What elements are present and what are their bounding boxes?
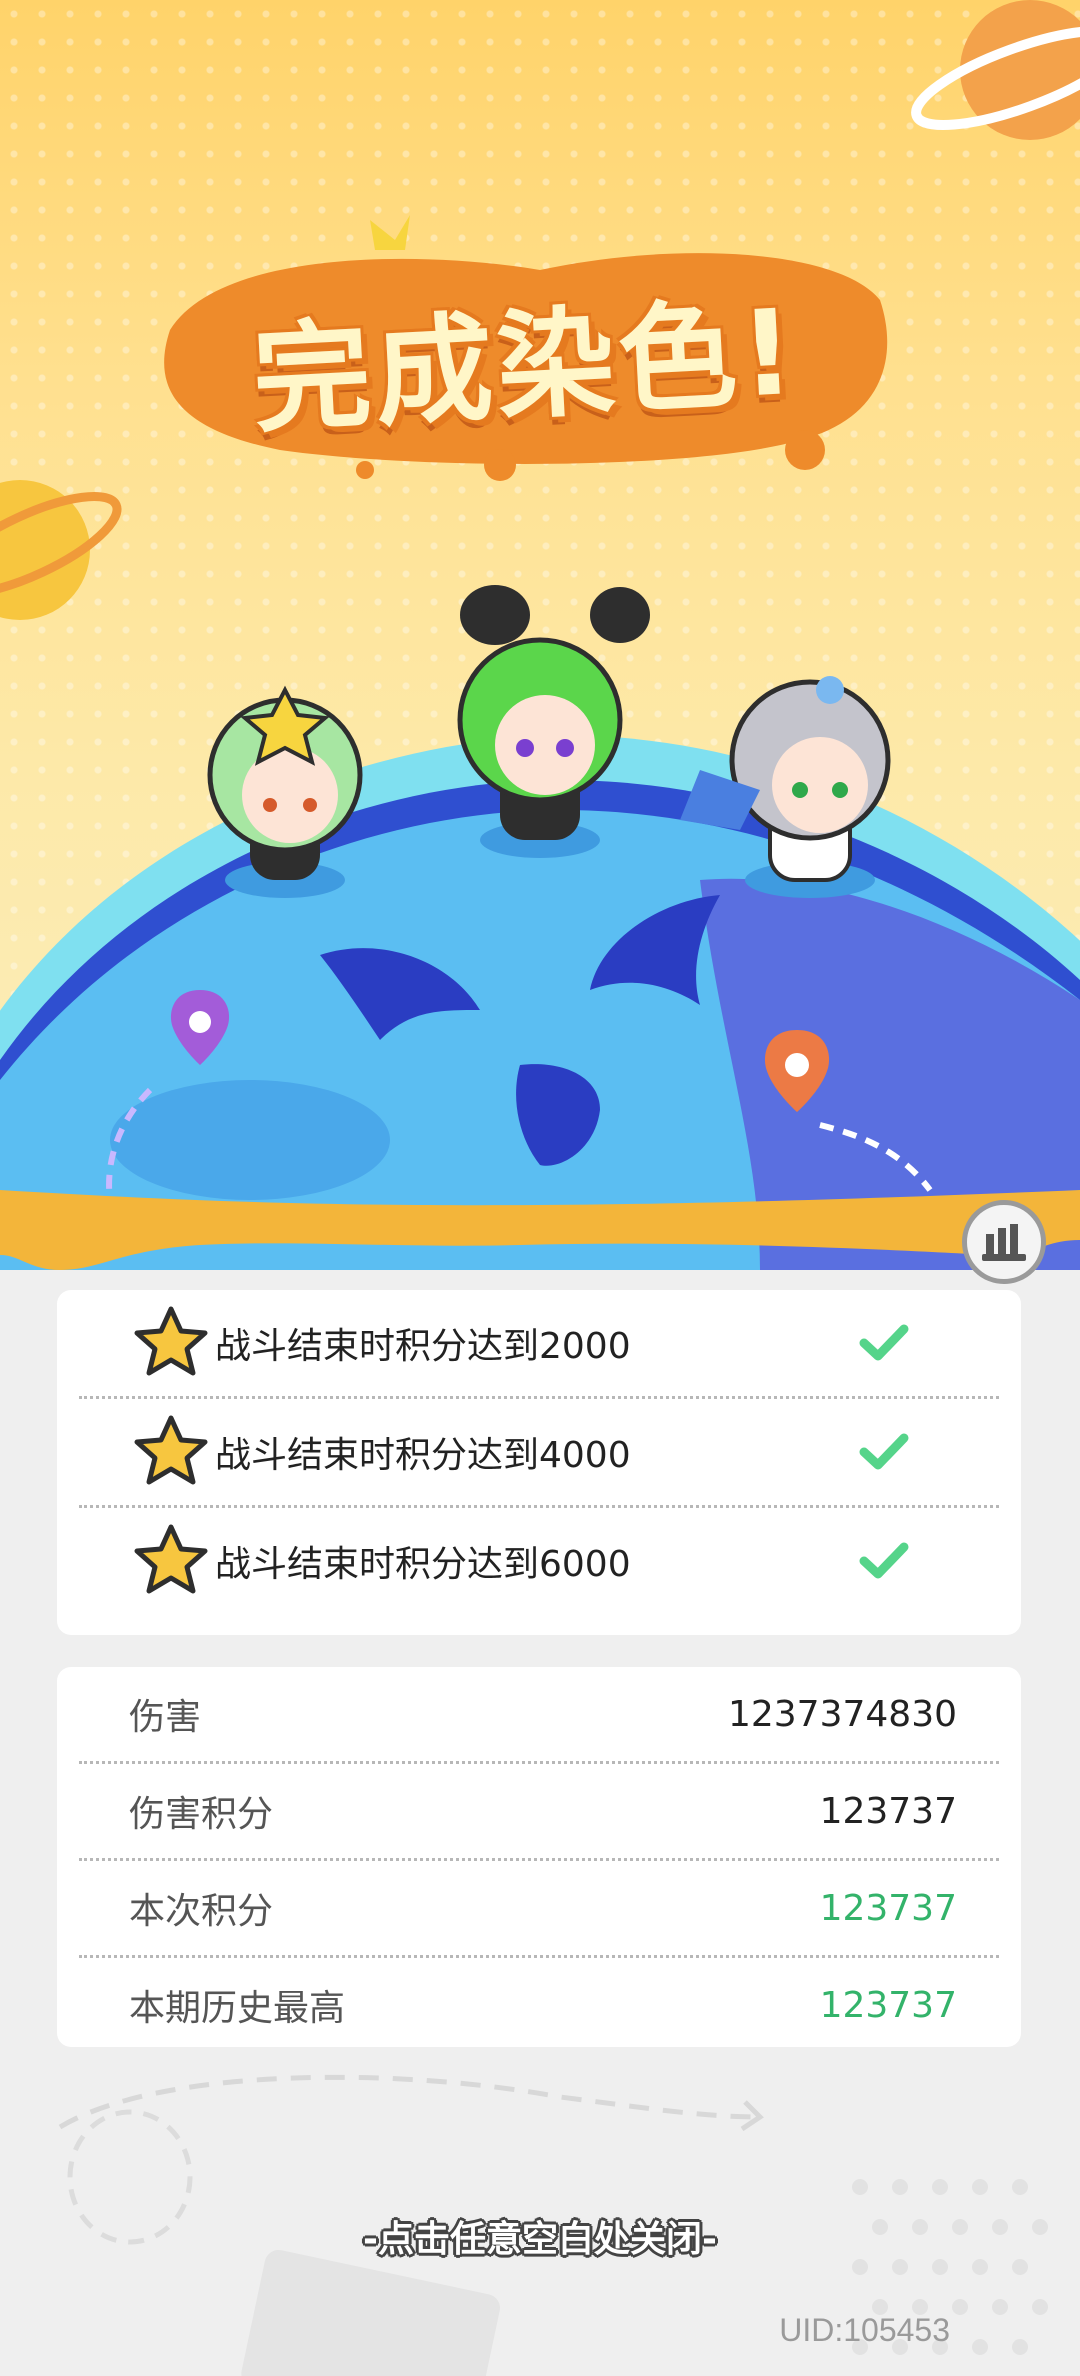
goal-row: 战斗结束时积分达到2000 <box>79 1290 999 1399</box>
goal-label: 战斗结束时积分达到2000 <box>215 1326 631 1367</box>
goals-card: 战斗结束时积分达到2000 战斗结束时积分达到4000 战斗结束时积分达到600… <box>57 1290 1021 1635</box>
stat-label: 伤害积分 <box>129 1794 274 1835</box>
planet-top-right <box>911 0 1080 140</box>
stat-label: 本期历史最高 <box>129 1988 346 2029</box>
stats-card: 伤害 1237374830 伤害积分 123737 本次积分 123737 本期… <box>57 1667 1021 2047</box>
star-icon <box>134 1306 208 1376</box>
stats-button[interactable] <box>962 1200 1046 1284</box>
stat-row-damage-score: 伤害积分 123737 <box>79 1764 999 1861</box>
result-banner-illustration: 完成染色! <box>0 0 1080 1270</box>
page-title: 完成染色! <box>249 282 802 449</box>
stat-row-current-score: 本次积分 123737 <box>79 1861 999 1958</box>
check-icon <box>859 1433 909 1470</box>
stat-label: 伤害 <box>129 1697 202 1738</box>
stat-row-best-score: 本期历史最高 123737 <box>79 1958 999 2052</box>
stat-row-damage: 伤害 1237374830 <box>79 1667 999 1764</box>
planet-scene <box>0 0 1080 1270</box>
bar-chart-icon <box>982 1224 1026 1261</box>
stat-value: 1237374830 <box>727 1693 957 1735</box>
check-icon <box>859 1542 909 1579</box>
stat-value: 123737 <box>819 1984 957 2026</box>
stat-value: 123737 <box>819 1887 957 1929</box>
planet-left <box>0 480 122 620</box>
goal-row: 战斗结束时积分达到6000 <box>79 1508 999 1614</box>
stat-label: 本次积分 <box>129 1891 274 1932</box>
goal-label: 战斗结束时积分达到6000 <box>215 1544 631 1585</box>
star-icon <box>134 1524 208 1594</box>
stat-value: 123737 <box>819 1790 957 1832</box>
close-hint[interactable]: -点击任意空白处关闭- <box>0 2210 1080 2262</box>
goal-label: 战斗结束时积分达到4000 <box>215 1435 631 1476</box>
check-icon <box>859 1324 909 1361</box>
user-id-label: UID:105453 <box>779 2312 950 2348</box>
star-icon <box>134 1415 208 1485</box>
goal-row: 战斗结束时积分达到4000 <box>79 1399 999 1508</box>
